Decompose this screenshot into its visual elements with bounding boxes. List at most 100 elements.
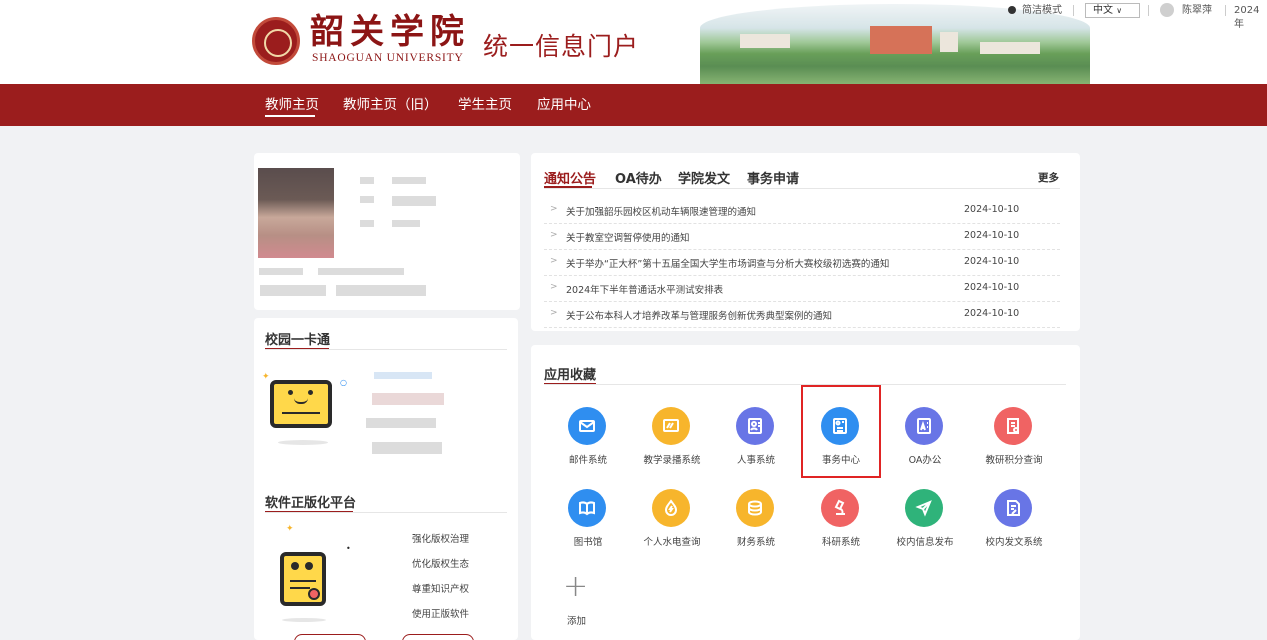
nav-teacher-home[interactable]: 教师主页 [265, 93, 319, 113]
notice-item[interactable]: > 关于加强韶乐园校区机动车辆限速管理的通知 2024-10-10 [544, 198, 1060, 224]
profile-info-blurred [392, 196, 436, 206]
card-info-blurred [372, 393, 444, 405]
app-label: 科研系统 [821, 537, 860, 548]
app-label: OA办公 [908, 455, 942, 466]
profile-info-blurred [360, 177, 374, 184]
tab-affairs-apply[interactable]: 事务申请 [747, 168, 799, 187]
app-oa-office[interactable]: OA办公 [882, 407, 968, 477]
sparkle-icon: ✦ [286, 524, 294, 534]
chevron-right-icon: > [550, 230, 558, 240]
id-card-icon [736, 407, 774, 445]
nav-student-home[interactable]: 学生主页 [458, 93, 512, 113]
software-item: 使用正版软件 [412, 609, 470, 620]
app-library[interactable]: 图书馆 [545, 489, 631, 559]
more-link[interactable]: 更多 [1038, 170, 1059, 185]
notice-title[interactable]: 关于加强韶乐园校区机动车辆限速管理的通知 [566, 204, 756, 218]
section-rule [265, 512, 507, 513]
shadow [278, 440, 328, 445]
chevron-right-icon: > [550, 256, 558, 266]
coin-icon [736, 489, 774, 527]
software-platform-title: 软件正版化平台 [265, 496, 357, 511]
notice-title[interactable]: 关于教室空调暂停使用的通知 [566, 230, 690, 244]
tab-rule [544, 188, 1060, 189]
chevron-right-icon: > [550, 282, 558, 292]
apps-title: 应用收藏 [544, 368, 597, 383]
notice-date: 2024-10-10 [964, 230, 1020, 241]
tab-oa-todo[interactable]: OA待办 [615, 168, 662, 187]
video-icon [652, 407, 690, 445]
language-select[interactable]: 中文 ∨ [1085, 3, 1140, 18]
sparkle-icon: ○ [340, 378, 347, 387]
divider [1148, 5, 1149, 16]
simple-mode-dot-icon[interactable] [1008, 6, 1016, 14]
app-hr[interactable]: 人事系统 [713, 407, 799, 477]
app-document-system[interactable]: 校内发文系统 [971, 489, 1057, 559]
logo-chinese-name: 韶关学院 [310, 12, 470, 52]
card-illustration-icon [270, 380, 332, 428]
nav-teacher-home-old[interactable]: 教师主页（旧） [343, 93, 438, 113]
app-label: 图书馆 [573, 537, 603, 548]
card-info-blurred [374, 372, 432, 379]
card-info-blurred [372, 442, 442, 454]
certificate-illustration-icon [280, 552, 326, 606]
profile-info-blurred [318, 268, 404, 275]
sparkle-icon: ✦ [262, 372, 270, 382]
app-utility-query[interactable]: 个人水电查询 [629, 489, 715, 559]
app-label: 教学录播系统 [643, 455, 701, 466]
app-label: 校内发文系统 [985, 537, 1043, 548]
app-mail[interactable]: 邮件系统 [545, 407, 631, 477]
app-research[interactable]: 科研系统 [798, 489, 884, 559]
profile-info-blurred [260, 285, 326, 296]
nav-app-center[interactable]: 应用中心 [537, 93, 591, 113]
logo-english-name: SHAOGUAN UNIVERSITY [312, 52, 464, 64]
send-icon [905, 489, 943, 527]
software-item: 强化版权治理 [412, 534, 470, 545]
nav-active-indicator [265, 115, 315, 117]
file-edit-icon [994, 489, 1032, 527]
software-button[interactable] [294, 634, 366, 640]
profile-info-blurred [392, 220, 420, 227]
utility-icon [652, 489, 690, 527]
card-info-blurred [366, 418, 436, 428]
notice-title[interactable]: 关于举办“正大杯”第十五届全国大学生市场调查与分析大赛校级初选赛的通知 [566, 256, 889, 270]
tab-notices[interactable]: 通知公告 [544, 168, 596, 187]
profile-info-blurred [336, 285, 426, 296]
notice-date: 2024-10-10 [964, 282, 1020, 293]
notice-title[interactable]: 2024年下半年普通话水平测试安排表 [566, 282, 723, 296]
notice-date: 2024-10-10 [964, 204, 1020, 215]
notice-item[interactable]: > 关于举办“正大杯”第十五届全国大学生市场调查与分析大赛校级初选赛的通知 2024… [544, 250, 1060, 276]
section-rule [265, 349, 507, 350]
divider [1225, 5, 1226, 16]
book-icon [568, 489, 606, 527]
app-finance[interactable]: 财务系统 [713, 489, 799, 559]
user-avatar-icon[interactable] [1160, 3, 1174, 17]
microscope-icon [821, 489, 859, 527]
app-label: 校内信息发布 [896, 537, 954, 548]
notice-title[interactable]: 关于公布本科人才培养改革与管理服务创新优秀典型案例的通知 [566, 308, 832, 322]
campus-card-title: 校园一卡通 [265, 333, 331, 348]
profile-info-blurred [392, 177, 426, 184]
office-icon [905, 407, 943, 445]
app-label: 教研积分查询 [985, 455, 1043, 466]
notice-item[interactable]: >2024年下半年普通话水平测试安排表 2024-10-10 [544, 276, 1060, 302]
app-label: 财务系统 [736, 537, 775, 548]
software-item: 尊重知识产权 [412, 584, 470, 595]
notice-item[interactable]: > 关于公布本科人才培养改革与管理服务创新优秀典型案例的通知 2024-10-10 [544, 302, 1060, 328]
app-research-points[interactable]: 教研积分查询 [971, 407, 1057, 477]
highlight-box [801, 385, 881, 478]
notice-item[interactable]: > 关于教室空调暂停使用的通知 2024-10-10 [544, 224, 1060, 250]
chevron-right-icon: > [550, 308, 558, 318]
simple-mode-link[interactable]: 简洁模式 [1022, 4, 1062, 18]
app-label: 人事系统 [736, 455, 775, 466]
tab-college-documents[interactable]: 学院发文 [678, 168, 730, 187]
app-label: 个人水电查询 [643, 537, 701, 548]
chevron-right-icon: > [550, 204, 558, 214]
mail-icon [568, 407, 606, 445]
app-info-publish[interactable]: 校内信息发布 [882, 489, 968, 559]
portal-title: 统一信息门户 [483, 32, 640, 61]
user-name[interactable]: 陈翠萍 [1182, 4, 1212, 18]
add-app-plus-icon[interactable]: + [563, 572, 588, 602]
add-app-label[interactable]: 添加 [567, 613, 586, 627]
app-recording[interactable]: 教学录播系统 [629, 407, 715, 477]
software-button[interactable] [402, 634, 474, 640]
